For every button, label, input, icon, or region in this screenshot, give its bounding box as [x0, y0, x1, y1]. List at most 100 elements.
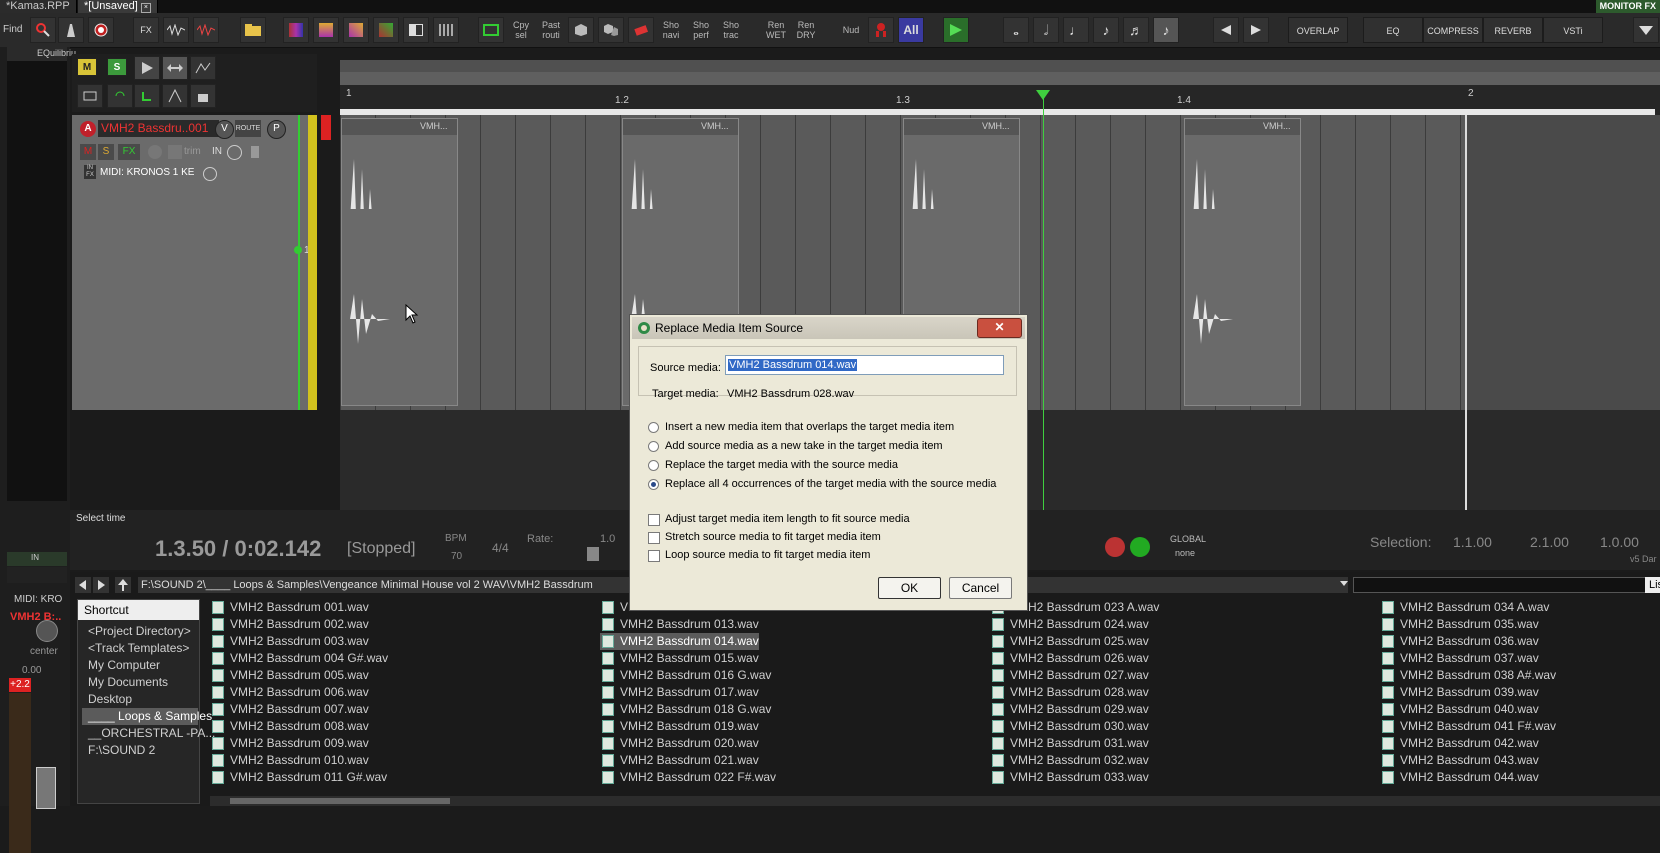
- track-name-field[interactable]: VMH2 Bassdru..001: [98, 120, 219, 137]
- file-item[interactable]: VMH2 Bassdrum 016 G.wav: [600, 667, 771, 684]
- shortcut-item[interactable]: <Track Templates>: [88, 640, 189, 657]
- file-item[interactable]: VMH2 Bassdrum 004 G#.wav: [210, 650, 388, 667]
- loop-mode-icon[interactable]: [1130, 537, 1150, 557]
- track-fx-button[interactable]: FX: [118, 144, 140, 160]
- cancel-button[interactable]: Cancel: [949, 577, 1012, 599]
- track-mute-button[interactable]: M: [80, 144, 96, 160]
- render-dry-button[interactable]: Ren DRY: [793, 17, 819, 43]
- file-item[interactable]: VMH2 Bassdrum 017.wav: [600, 684, 759, 701]
- track-fader-handle[interactable]: [294, 246, 302, 254]
- file-item[interactable]: VMH2 Bassdrum 014.wav: [600, 633, 759, 650]
- option-insert-overlap-radio[interactable]: [648, 422, 659, 433]
- rate-value[interactable]: 1.0: [600, 533, 615, 545]
- selection-end[interactable]: 2.1.00: [1530, 534, 1569, 550]
- plugin-slot[interactable]: EQuilibriu: [7, 47, 76, 61]
- fx-envelope-icon[interactable]: FX: [133, 17, 159, 43]
- stretch-source-checkbox[interactable]: [648, 532, 660, 544]
- move-tool-icon[interactable]: [162, 56, 188, 80]
- show-track-button[interactable]: Sho trac: [718, 17, 744, 43]
- whole-note-icon[interactable]: 𝅝: [1003, 17, 1029, 43]
- master-solo-button[interactable]: S: [107, 58, 127, 76]
- file-item[interactable]: VMH2 Bassdrum 044.wav: [1380, 769, 1539, 786]
- tab-kamaz-project[interactable]: *Kamaз.RPP: [0, 0, 77, 13]
- record-mode-icon[interactable]: [1105, 537, 1125, 557]
- file-item[interactable]: VMH2 Bassdrum 007.wav: [210, 701, 369, 718]
- file-item[interactable]: VMH2 Bassdrum 018 G.wav: [600, 701, 771, 718]
- back-arrow-icon[interactable]: [75, 577, 91, 593]
- media-item[interactable]: VMH...: [341, 118, 458, 406]
- file-item[interactable]: VMH2 Bassdrum 036.wav: [1380, 633, 1539, 650]
- file-item[interactable]: VMH2 Bassdrum 011 G#.wav: [210, 769, 387, 786]
- file-item[interactable]: VMH2 Bassdrum 010.wav: [210, 752, 369, 769]
- color-track-icon[interactable]: [283, 17, 309, 43]
- waveform-icon[interactable]: [163, 17, 189, 43]
- timeline-ruler[interactable]: 1 1.2 1.3 1.4 2: [340, 85, 1660, 115]
- half-note-icon[interactable]: 𝅗𝅥: [1033, 17, 1059, 43]
- file-item[interactable]: VMH2 Bassdrum 001.wav: [210, 599, 369, 616]
- file-item[interactable]: VMH2 Bassdrum 029.wav: [990, 701, 1149, 718]
- find-label[interactable]: Find: [3, 24, 22, 35]
- copy-selection-button[interactable]: Cpy sel: [508, 17, 534, 43]
- path-dropdown-icon[interactable]: [1340, 581, 1348, 586]
- folder-icon[interactable]: [240, 17, 266, 43]
- source-media-field[interactable]: VMH2 Bassdrum 014.wav: [725, 355, 1004, 375]
- cubes-icon[interactable]: [598, 17, 624, 43]
- file-item[interactable]: VMH2 Bassdrum 035.wav: [1380, 616, 1539, 633]
- all-button[interactable]: All: [898, 17, 924, 43]
- arrange-scrollbar-top[interactable]: [340, 60, 1660, 72]
- eighth-note-icon[interactable]: ♪: [1093, 17, 1119, 43]
- file-list-scrollbar[interactable]: [210, 796, 1660, 806]
- position-display[interactable]: 1.3.50 / 0:02.142: [155, 536, 321, 562]
- color-tool-icon[interactable]: [373, 17, 399, 43]
- chevron-down-icon[interactable]: [1633, 17, 1659, 43]
- file-item[interactable]: VMH2 Bassdrum 002.wav: [210, 616, 369, 633]
- snap-icon[interactable]: [134, 84, 160, 108]
- track-record-arm-button[interactable]: A: [80, 121, 96, 137]
- option-replace-all-radio[interactable]: [648, 479, 659, 490]
- dialog-title-bar[interactable]: Replace Media Item Source ✕: [632, 317, 1025, 339]
- pan-knob[interactable]: [36, 620, 58, 642]
- file-item[interactable]: VMH2 Bassdrum 021.wav: [600, 752, 759, 769]
- shortcut-item[interactable]: __ORCHESTRAL -PA...: [88, 725, 215, 742]
- file-item[interactable]: VMH2 Bassdrum 020.wav: [600, 735, 759, 752]
- thirtysecond-note-icon[interactable]: ♪: [1153, 17, 1179, 43]
- up-folder-icon[interactable]: [115, 577, 131, 593]
- cube-icon[interactable]: [568, 17, 594, 43]
- render-wet-button[interactable]: Ren WET: [763, 17, 789, 43]
- file-item[interactable]: VMH2 Bassdrum 041 F#.wav: [1380, 718, 1556, 735]
- color-pencil-icon[interactable]: [343, 17, 369, 43]
- search-input[interactable]: [1353, 577, 1660, 593]
- compress-button[interactable]: COMPRESS: [1423, 17, 1483, 43]
- forward-arrow-icon[interactable]: [93, 577, 109, 593]
- shortcut-item[interactable]: Desktop: [88, 691, 132, 708]
- volume-knob[interactable]: V: [215, 120, 234, 139]
- route-button[interactable]: ROUTE: [235, 120, 261, 137]
- time-signature[interactable]: 4/4: [492, 541, 509, 555]
- play-tool-icon[interactable]: [134, 56, 160, 80]
- media-item[interactable]: VMH...: [1184, 118, 1301, 406]
- split-view-icon[interactable]: [403, 17, 429, 43]
- file-item[interactable]: VMH2 Bassdrum 009.wav: [210, 735, 369, 752]
- file-item[interactable]: VMH2 Bassdrum 031.wav: [990, 735, 1149, 752]
- file-item[interactable]: VMH2 Bassdrum 025.wav: [990, 633, 1149, 650]
- file-item[interactable]: VMH2 Bassdrum 024.wav: [990, 616, 1149, 633]
- file-item[interactable]: VMH2 Bassdrum 037.wav: [1380, 650, 1539, 667]
- vsti-button[interactable]: VSTi: [1543, 17, 1603, 43]
- pan-knob[interactable]: P: [267, 120, 286, 139]
- shortcut-item[interactable]: My Computer: [88, 657, 160, 674]
- file-item[interactable]: VMH2 Bassdrum 026.wav: [990, 650, 1149, 667]
- mixer-red-icon[interactable]: [868, 17, 894, 43]
- loop-icon[interactable]: [107, 84, 133, 108]
- grid-tool-icon[interactable]: [433, 17, 459, 43]
- hand-tool-icon[interactable]: [190, 84, 216, 108]
- rate-slider[interactable]: [587, 547, 599, 561]
- monitor-fx-button[interactable]: MONITOR FX: [1595, 0, 1660, 13]
- file-item[interactable]: VMH2 Bassdrum 030.wav: [990, 718, 1149, 735]
- next-arrow-icon[interactable]: [1243, 17, 1269, 43]
- show-navigator-button[interactable]: Sho navi: [658, 17, 684, 43]
- color-item-icon[interactable]: [313, 17, 339, 43]
- input-select-icon[interactable]: [203, 167, 217, 181]
- global-automation-label[interactable]: GLOBAL: [1170, 534, 1206, 544]
- metronome-icon[interactable]: [58, 17, 84, 43]
- option-replace-target-radio[interactable]: [648, 460, 659, 471]
